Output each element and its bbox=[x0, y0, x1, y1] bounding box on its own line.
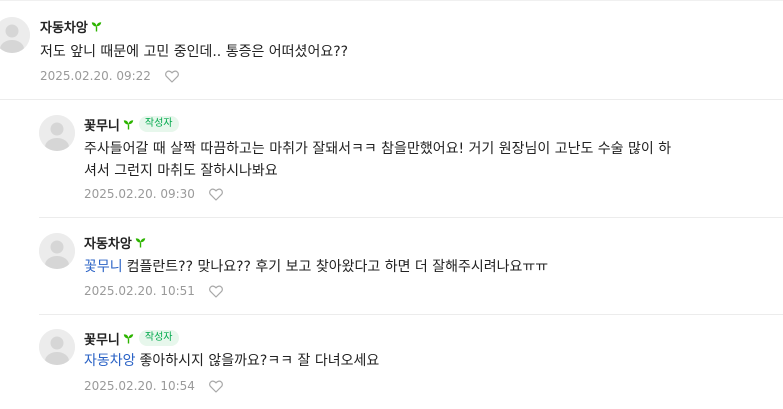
comment-date: 2025.02.20. 09:22 bbox=[40, 69, 151, 83]
default-profile-icon bbox=[0, 17, 30, 53]
comment-nickname[interactable]: 자동차앙 bbox=[40, 17, 88, 36]
comment-header: 꽃무니 작성자 bbox=[84, 115, 179, 134]
comment-line: 저도 앞니 때문에 고민 중인데.. 통증은 어떠셨어요?? bbox=[40, 44, 349, 60]
comment-meta: 2025.02.20. 09:22 bbox=[40, 68, 179, 84]
sprout-icon bbox=[123, 333, 134, 344]
comment-line: 컴플란트?? 맞나요?? 후기 보고 찾아왔다고 하면 더 잘해주시려나요ㅠㅠ bbox=[126, 259, 549, 275]
default-profile-icon bbox=[39, 329, 75, 365]
avatar[interactable] bbox=[39, 115, 75, 151]
comment-meta: 2025.02.20. 09:30 bbox=[84, 186, 223, 202]
avatar[interactable] bbox=[39, 233, 75, 269]
comment-text: 주사들어갈 때 살짝 따끔하고는 마취가 잘돼서ㅋㅋ 참을만했어요! 거기 원장… bbox=[84, 138, 671, 182]
comment-header: 자동차앙 bbox=[40, 17, 102, 36]
heart-outline-icon[interactable] bbox=[208, 380, 223, 393]
default-profile-icon bbox=[39, 115, 75, 151]
comment-date: 2025.02.20. 10:51 bbox=[84, 284, 195, 298]
sprout-icon bbox=[123, 119, 134, 130]
comment-date: 2025.02.20. 10:54 bbox=[84, 379, 195, 393]
comment-line: 주사들어갈 때 살짝 따끔하고는 마취가 잘돼서ㅋㅋ 참을만했어요! 거기 원장… bbox=[84, 141, 672, 157]
sprout-icon bbox=[135, 237, 146, 248]
author-badge: 작성자 bbox=[138, 116, 179, 132]
mention-link[interactable]: 자동차앙 bbox=[84, 353, 136, 369]
heart-outline-icon[interactable] bbox=[208, 188, 223, 201]
comment-meta: 2025.02.20. 10:51 bbox=[84, 283, 223, 299]
comment-divider bbox=[0, 99, 783, 100]
heart-outline-icon[interactable] bbox=[164, 70, 179, 83]
sprout-icon bbox=[91, 21, 102, 32]
comment-meta: 2025.02.20. 10:54 bbox=[84, 378, 223, 394]
comment-text: 꽃무니 컴플란트?? 맞나요?? 후기 보고 찾아왔다고 하면 더 잘해주시려나요… bbox=[84, 256, 548, 278]
default-profile-icon bbox=[39, 233, 75, 269]
comment-nickname[interactable]: 자동차앙 bbox=[84, 233, 132, 252]
comment-nickname[interactable]: 꽃무니 bbox=[84, 115, 120, 134]
top-divider bbox=[0, 0, 783, 1]
author-badge: 작성자 bbox=[138, 330, 179, 346]
comment-line: 좋아하시지 않을까요?ㅋㅋ 잘 다녀오세요 bbox=[139, 353, 380, 369]
comment-nickname[interactable]: 꽃무니 bbox=[84, 329, 120, 348]
comment-divider bbox=[39, 217, 783, 218]
comment-text: 저도 앞니 때문에 고민 중인데.. 통증은 어떠셨어요?? bbox=[40, 41, 348, 63]
heart-outline-icon[interactable] bbox=[208, 285, 223, 298]
comment-text: 자동차앙 좋아하시지 않을까요?ㅋㅋ 잘 다녀오세요 bbox=[84, 350, 379, 372]
comment-header: 자동차앙 bbox=[84, 233, 146, 252]
comment-date: 2025.02.20. 09:30 bbox=[84, 187, 195, 201]
avatar[interactable] bbox=[39, 329, 75, 365]
mention-link[interactable]: 꽃무니 bbox=[84, 259, 123, 275]
comment-line: 셔서 그런지 마취도 잘하시나봐요 bbox=[84, 163, 278, 179]
comment-header: 꽃무니 작성자 bbox=[84, 329, 179, 348]
avatar[interactable] bbox=[0, 17, 30, 53]
comment-divider bbox=[39, 314, 783, 315]
